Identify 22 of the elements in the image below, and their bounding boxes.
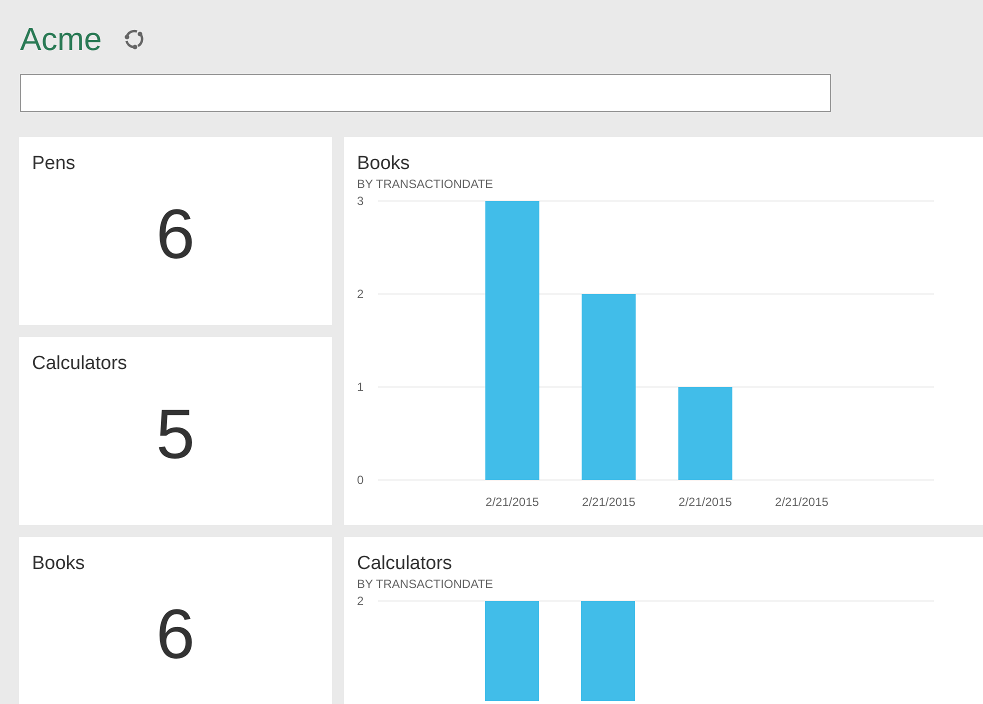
axis-tick-label: 1	[357, 380, 364, 394]
chart-subtitle: BY TRANSACTIONDATE	[357, 577, 494, 591]
chart-title: Calculators	[357, 553, 452, 575]
chart-subtitle: BY TRANSACTIONDATE	[357, 177, 494, 191]
refresh-icon[interactable]	[122, 27, 146, 51]
dashboard-title: Acme	[20, 20, 102, 58]
tile-value: 5	[156, 399, 195, 469]
tile-title: Calculators	[32, 353, 128, 375]
tile-value: 6	[156, 199, 195, 269]
tile-title: Books	[32, 553, 85, 575]
axis-category-label: 2/21/2015	[775, 495, 828, 509]
axis-tick-label: 2	[357, 287, 364, 301]
axis-tick-label: 3	[357, 194, 364, 208]
tile-value: 6	[156, 599, 195, 669]
tile-title: Pens	[32, 153, 76, 175]
axis-category-label: 2/21/2015	[486, 495, 539, 509]
axis-category-label: 2/21/2015	[582, 495, 636, 509]
chart-title: Books	[357, 153, 410, 175]
axis-tick-label: 0	[357, 473, 364, 487]
search-field[interactable]	[20, 74, 831, 112]
axis-category-label: 2/21/2015	[678, 495, 732, 509]
axis-tick-label: 2	[357, 594, 364, 608]
